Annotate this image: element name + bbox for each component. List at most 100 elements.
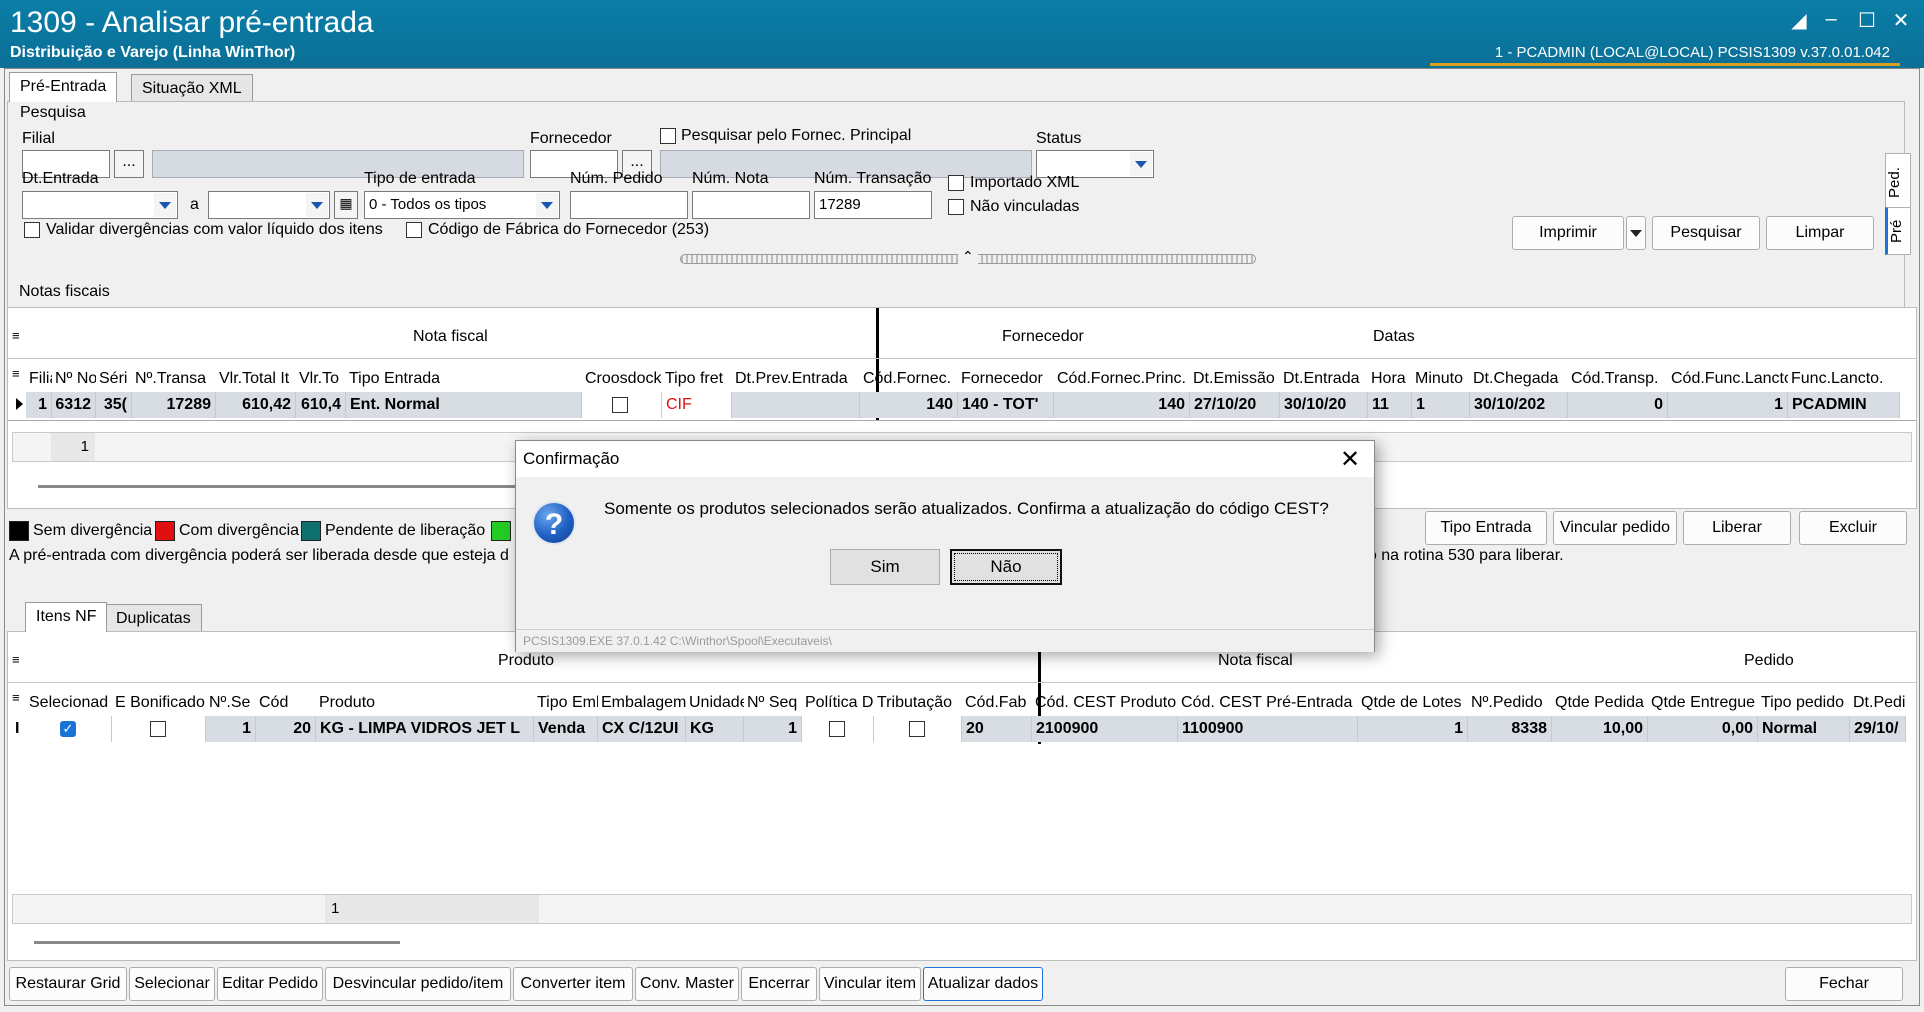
- selecionado-checkbox[interactable]: ✓: [60, 721, 76, 737]
- notas-cell[interactable]: [582, 392, 662, 418]
- itens-col-header[interactable]: Cód. CEST Produto: [1032, 694, 1178, 712]
- itens-cell[interactable]: 10,00: [1552, 716, 1648, 742]
- notas-col-header[interactable]: Fornecedor: [958, 370, 1054, 388]
- notas-cell[interactable]: 0: [1568, 392, 1668, 418]
- notas-col-header[interactable]: Nº.Transa: [132, 370, 216, 388]
- notas-cell[interactable]: 140: [1054, 392, 1190, 418]
- scroll-thumb[interactable]: [34, 941, 400, 944]
- notas-cell[interactable]: 17289: [132, 392, 216, 418]
- notas-col-header[interactable]: Tipo Entrada: [346, 370, 582, 388]
- notas-cell[interactable]: 30/10/202: [1470, 392, 1568, 418]
- itens-cell[interactable]: Normal: [1758, 716, 1850, 742]
- itens-col-header[interactable]: Dt.Pedi: [1850, 694, 1906, 712]
- itens-cell[interactable]: CX C/12UI: [598, 716, 686, 742]
- croosdock-checkbox[interactable]: [612, 397, 628, 413]
- num-transacao-input[interactable]: 17289: [814, 191, 932, 219]
- notas-col-header[interactable]: Filia: [26, 370, 52, 388]
- bottom-button[interactable]: Encerrar: [741, 967, 817, 1001]
- close-icon[interactable]: ✕: [1888, 8, 1914, 33]
- notas-col-header[interactable]: Vlr.Total It: [216, 370, 296, 388]
- vincular-pedido-button[interactable]: Vincular pedido: [1553, 511, 1677, 545]
- itens-cell[interactable]: 0,00: [1648, 716, 1758, 742]
- minimize-icon[interactable]: –: [1818, 8, 1844, 31]
- notas-cell[interactable]: 1: [1412, 392, 1470, 418]
- itens-cell[interactable]: ✓: [26, 716, 112, 742]
- itens-cell[interactable]: [802, 716, 874, 742]
- itens-col-header[interactable]: Política D: [802, 694, 874, 712]
- itens-col-header[interactable]: Produto: [316, 694, 534, 712]
- itens-col-header[interactable]: Cód.Fab: [962, 694, 1032, 712]
- pesquisar-principal-checkbox[interactable]: [660, 128, 676, 144]
- notas-col-header[interactable]: Cód.Func.Lancto: [1668, 370, 1788, 388]
- itens-col-header[interactable]: Nº.Pedido: [1468, 694, 1552, 712]
- notas-cell[interactable]: 35(: [96, 392, 132, 418]
- itens-cell[interactable]: 29/10/: [1850, 716, 1906, 742]
- notas-cell[interactable]: CIF: [662, 392, 732, 418]
- notas-col-header[interactable]: Hora: [1368, 370, 1412, 388]
- notas-col-header[interactable]: Dt.Emissão: [1190, 370, 1280, 388]
- notas-cell[interactable]: PCADMIN: [1788, 392, 1900, 418]
- itens-cell[interactable]: 8338: [1468, 716, 1552, 742]
- tab-pre-entrada[interactable]: Pré-Entrada: [9, 72, 118, 102]
- yes-button[interactable]: Sim: [830, 549, 940, 585]
- itens-cell[interactable]: [112, 716, 206, 742]
- notas-cell[interactable]: 6312: [52, 392, 96, 418]
- notas-cell[interactable]: 27/10/20: [1190, 392, 1280, 418]
- notas-cell[interactable]: [732, 392, 860, 418]
- bottom-button[interactable]: Selecionar: [129, 967, 215, 1001]
- chevron-down-icon[interactable]: [154, 193, 176, 217]
- itens-col-header[interactable]: Cód. CEST Pré-Entrada: [1178, 694, 1358, 712]
- column-chooser-icon[interactable]: ≡: [12, 328, 20, 343]
- itens-col-header[interactable]: Nº.Se: [206, 694, 256, 712]
- itens-col-header[interactable]: Cód: [256, 694, 316, 712]
- bottom-button[interactable]: Desvincular pedido/item: [325, 967, 511, 1001]
- tipo-entrada-button[interactable]: Tipo Entrada: [1425, 511, 1547, 545]
- item-checkbox[interactable]: [829, 721, 845, 737]
- notas-col-header[interactable]: Dt.Chegada: [1470, 370, 1568, 388]
- restore-layout-icon[interactable]: ◢: [1786, 8, 1812, 33]
- num-pedido-input[interactable]: [570, 191, 688, 219]
- itens-cell[interactable]: 1: [206, 716, 256, 742]
- itens-cell[interactable]: 1100900: [1178, 716, 1358, 742]
- itens-cell[interactable]: 1: [1358, 716, 1468, 742]
- notas-col-header[interactable]: Minuto: [1412, 370, 1470, 388]
- chevron-down-icon[interactable]: [1130, 152, 1152, 176]
- itens-scrollbar[interactable]: [18, 934, 1908, 952]
- column-chooser-icon[interactable]: ≡: [12, 652, 20, 667]
- pesquisar-button[interactable]: Pesquisar: [1652, 216, 1760, 250]
- itens-col-header[interactable]: Qtde de Lotes: [1358, 694, 1468, 712]
- itens-cell[interactable]: KG: [686, 716, 744, 742]
- notas-col-header[interactable]: Croosdock: [582, 370, 662, 388]
- itens-cell[interactable]: KG - LIMPA VIDROS JET L: [316, 716, 534, 742]
- close-icon[interactable]: ✕: [1336, 445, 1364, 474]
- notas-cell[interactable]: Ent. Normal: [346, 392, 582, 418]
- maximize-icon[interactable]: ☐: [1854, 8, 1880, 33]
- side-tab-ped[interactable]: Ped.: [1885, 153, 1911, 213]
- notas-col-header[interactable]: Cód.Fornec.: [860, 370, 958, 388]
- no-button[interactable]: Não: [950, 549, 1062, 585]
- dt-entrada-end[interactable]: [208, 191, 330, 219]
- itens-cell[interactable]: Venda: [534, 716, 598, 742]
- itens-col-header[interactable]: E Bonificado: [112, 694, 206, 712]
- importado-xml-checkbox[interactable]: [948, 175, 964, 191]
- bottom-button[interactable]: Restaurar Grid: [9, 967, 127, 1001]
- bottom-button[interactable]: Vincular item: [819, 967, 921, 1001]
- tab-itens-nf[interactable]: Itens NF: [25, 602, 108, 632]
- num-nota-input[interactable]: [692, 191, 810, 219]
- chevron-up-icon[interactable]: ⌃: [958, 248, 978, 265]
- limpar-button[interactable]: Limpar: [1766, 216, 1874, 250]
- item-checkbox[interactable]: [150, 721, 166, 737]
- tab-duplicatas[interactable]: Duplicatas: [105, 604, 202, 632]
- notas-col-header[interactable]: Tipo fret: [662, 370, 732, 388]
- notas-col-header[interactable]: Cód.Transp.: [1568, 370, 1668, 388]
- nao-vinculadas-checkbox[interactable]: [948, 199, 964, 215]
- itens-col-header[interactable]: Qtde Entregue: [1648, 694, 1758, 712]
- itens-col-header[interactable]: Embalagem: [598, 694, 686, 712]
- calendar-icon[interactable]: ▦: [334, 191, 358, 219]
- bottom-button[interactable]: Atualizar dados: [923, 967, 1043, 1001]
- notas-col-header[interactable]: Nº No: [52, 370, 96, 388]
- chevron-down-icon[interactable]: [306, 193, 328, 217]
- bottom-button[interactable]: Conv. Master: [635, 967, 739, 1001]
- itens-cell[interactable]: 20: [256, 716, 316, 742]
- imprimir-button[interactable]: Imprimir: [1512, 216, 1624, 250]
